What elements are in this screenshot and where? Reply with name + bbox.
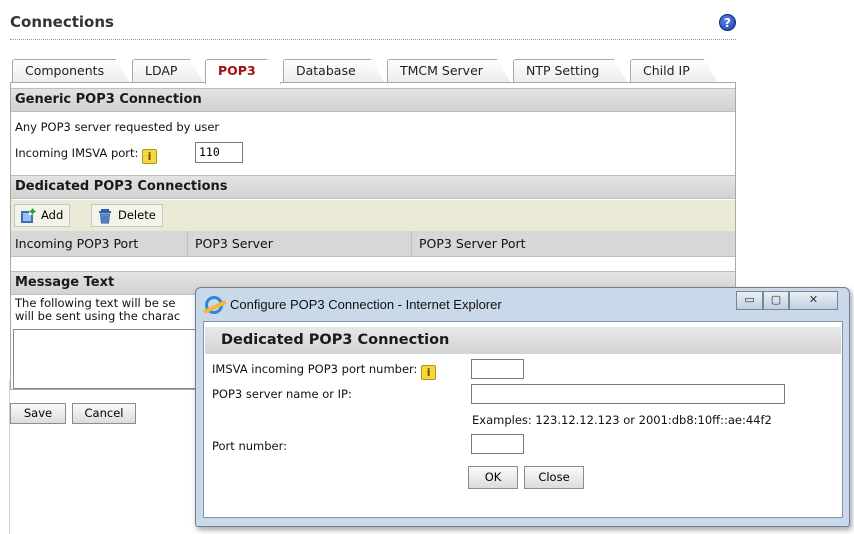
pop3-server-input[interactable] xyxy=(471,384,785,404)
help-icon[interactable]: ? xyxy=(719,14,736,31)
maximize-button[interactable]: ▢ xyxy=(763,291,789,310)
generic-section-heading: Generic POP3 Connection xyxy=(11,88,735,112)
dialog-port-label: IMSVA incoming POP3 port number: xyxy=(212,362,418,376)
imsva-port-input[interactable] xyxy=(471,359,524,379)
save-button[interactable]: Save xyxy=(10,403,66,424)
tab-database[interactable]: Database xyxy=(283,59,385,83)
column-pop3-server-port[interactable]: POP3 Server Port xyxy=(419,236,526,251)
message-description-line2: will be sent using the charac xyxy=(15,309,181,323)
dialog-window-title: Configure POP3 Connection - Internet Exp… xyxy=(230,297,502,312)
tab-components[interactable]: Components xyxy=(12,59,130,83)
tab-ntp-setting[interactable]: NTP Setting xyxy=(513,59,628,83)
add-icon xyxy=(21,208,36,223)
title-divider xyxy=(10,39,736,40)
page-header: Connections ? xyxy=(10,0,736,40)
add-label: Add xyxy=(41,208,64,222)
dialog-port-number-label: Port number: xyxy=(212,439,288,453)
info-hint-icon[interactable]: i xyxy=(142,149,158,164)
column-incoming-port[interactable]: Incoming POP3 Port xyxy=(15,236,138,251)
dedicated-toolbar: Add Delete xyxy=(11,200,735,231)
minimize-button[interactable]: ▭ xyxy=(736,291,763,310)
server-examples-text: Examples: 123.12.12.123 or 2001:db8:10ff… xyxy=(472,413,772,427)
dedicated-section-heading: Dedicated POP3 Connections xyxy=(11,175,735,199)
connections-table-header: Incoming POP3 Port POP3 Server POP3 Serv… xyxy=(11,231,735,257)
column-pop3-server[interactable]: POP3 Server xyxy=(195,236,273,251)
delete-label: Delete xyxy=(118,208,156,222)
close-button[interactable]: Close xyxy=(524,466,584,489)
info-hint-icon[interactable]: i xyxy=(421,365,437,380)
message-description-line1: The following text will be se xyxy=(15,296,176,310)
add-button[interactable]: Add xyxy=(14,204,71,227)
internet-explorer-icon xyxy=(205,296,223,314)
trash-icon xyxy=(99,209,111,224)
generic-description: Any POP3 server requested by user xyxy=(15,120,220,134)
tab-bar: Components LDAP POP3 Database TMCM Serve… xyxy=(12,59,736,84)
dialog-heading: Dedicated POP3 Connection xyxy=(205,327,841,354)
column-divider xyxy=(187,231,188,257)
page-title: Connections xyxy=(10,13,114,31)
tab-child-ip[interactable]: Child IP xyxy=(630,59,718,83)
tab-tmcm-server[interactable]: TMCM Server xyxy=(387,59,511,83)
column-divider xyxy=(411,231,412,257)
tab-ldap[interactable]: LDAP xyxy=(132,59,204,83)
dialog-server-label: POP3 server name or IP: xyxy=(212,387,352,401)
dialog-body: Dedicated POP3 Connection IMSVA incoming… xyxy=(203,321,843,518)
dialog-port-row: IMSVA incoming POP3 port number: i xyxy=(212,362,437,380)
cancel-button[interactable]: Cancel xyxy=(72,403,136,424)
ok-button[interactable]: OK xyxy=(468,466,518,489)
message-textarea[interactable] xyxy=(13,329,213,389)
delete-button[interactable]: Delete xyxy=(91,204,163,227)
incoming-port-input[interactable]: 110 xyxy=(195,142,243,163)
port-number-input[interactable] xyxy=(471,434,524,454)
configure-pop3-dialog: Configure POP3 Connection - Internet Exp… xyxy=(195,287,850,527)
tab-pop3[interactable]: POP3 xyxy=(205,59,281,84)
incoming-port-row: Incoming IMSVA port: i xyxy=(15,146,158,164)
incoming-port-label: Incoming IMSVA port: xyxy=(15,146,139,160)
window-close-button[interactable]: ✕ xyxy=(789,291,838,310)
